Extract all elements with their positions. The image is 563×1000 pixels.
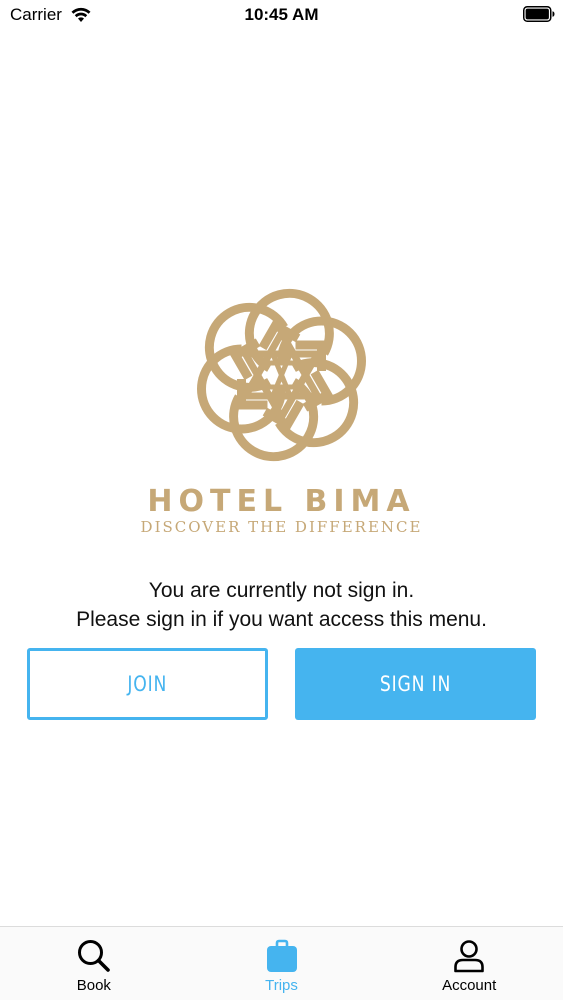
search-icon xyxy=(77,940,110,972)
screen: Carrier 10:45 AM HOTEL BIMA DISCOVER THE… xyxy=(0,0,563,1000)
status-bar: Carrier 10:45 AM xyxy=(0,0,563,30)
status-time: 10:45 AM xyxy=(244,5,319,24)
brand-tagline: DISCOVER THE DIFFERENCE xyxy=(140,518,423,536)
tab-book[interactable]: Book xyxy=(0,927,188,1000)
tab-book-label: Book xyxy=(76,977,111,994)
tab-account-label: Account xyxy=(442,977,497,994)
suitcase-icon xyxy=(266,939,297,972)
tab-trips[interactable]: Trips xyxy=(188,927,376,1000)
message-line-2: Please sign in if you want access this m… xyxy=(76,608,487,631)
brand-name: HOTEL BIMA xyxy=(147,484,416,519)
message-line-1: You are currently not sign in. xyxy=(148,579,415,602)
sign-in-button[interactable]: SIGN IN xyxy=(295,648,536,720)
sign-in-button-label: SIGN IN xyxy=(379,672,452,696)
tab-bar: Book Trips Account xyxy=(0,926,563,1000)
sign-in-message: You are currently not sign in. Please si… xyxy=(0,576,563,634)
tab-account[interactable]: Account xyxy=(375,927,563,1000)
battery-icon xyxy=(523,6,555,22)
hotel-logo xyxy=(180,270,383,480)
join-button[interactable]: JOIN xyxy=(27,648,268,720)
join-button-label: JOIN xyxy=(127,672,168,696)
tab-trips-label: Trips xyxy=(265,977,298,994)
person-icon xyxy=(454,940,484,973)
